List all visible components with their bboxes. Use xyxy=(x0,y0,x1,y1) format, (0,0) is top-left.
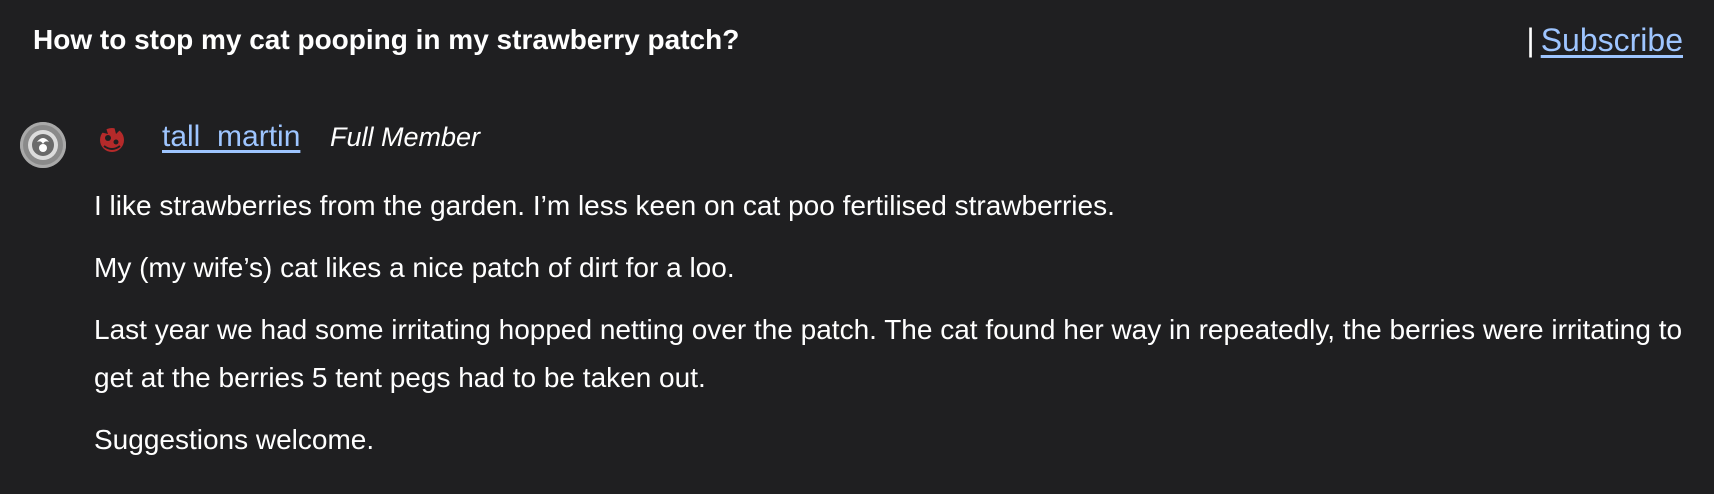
thread-header: How to stop my cat pooping in my strawbe… xyxy=(33,18,1683,66)
post-body: I like strawberries from the garden. I’m… xyxy=(94,182,1694,478)
post-paragraph: My (my wife’s) cat likes a nice patch of… xyxy=(94,252,735,283)
subscribe-link[interactable]: Subscribe xyxy=(1541,22,1683,58)
member-badge-icon xyxy=(94,122,128,156)
post-paragraph: Last year we had some irritating hopped … xyxy=(94,314,1683,393)
author-name-link[interactable]: tall_martin xyxy=(162,120,300,154)
member-rank: Full Member xyxy=(330,122,481,152)
thread-actions: | Subscribe xyxy=(1526,22,1683,59)
post-paragraph: I like strawberries from the garden. I’m… xyxy=(94,190,1115,221)
post-paragraph: Suggestions welcome. xyxy=(94,424,375,455)
separator: | xyxy=(1526,22,1535,58)
thread-title: How to stop my cat pooping in my strawbe… xyxy=(33,24,740,55)
user-avatar-icon[interactable] xyxy=(20,122,66,168)
